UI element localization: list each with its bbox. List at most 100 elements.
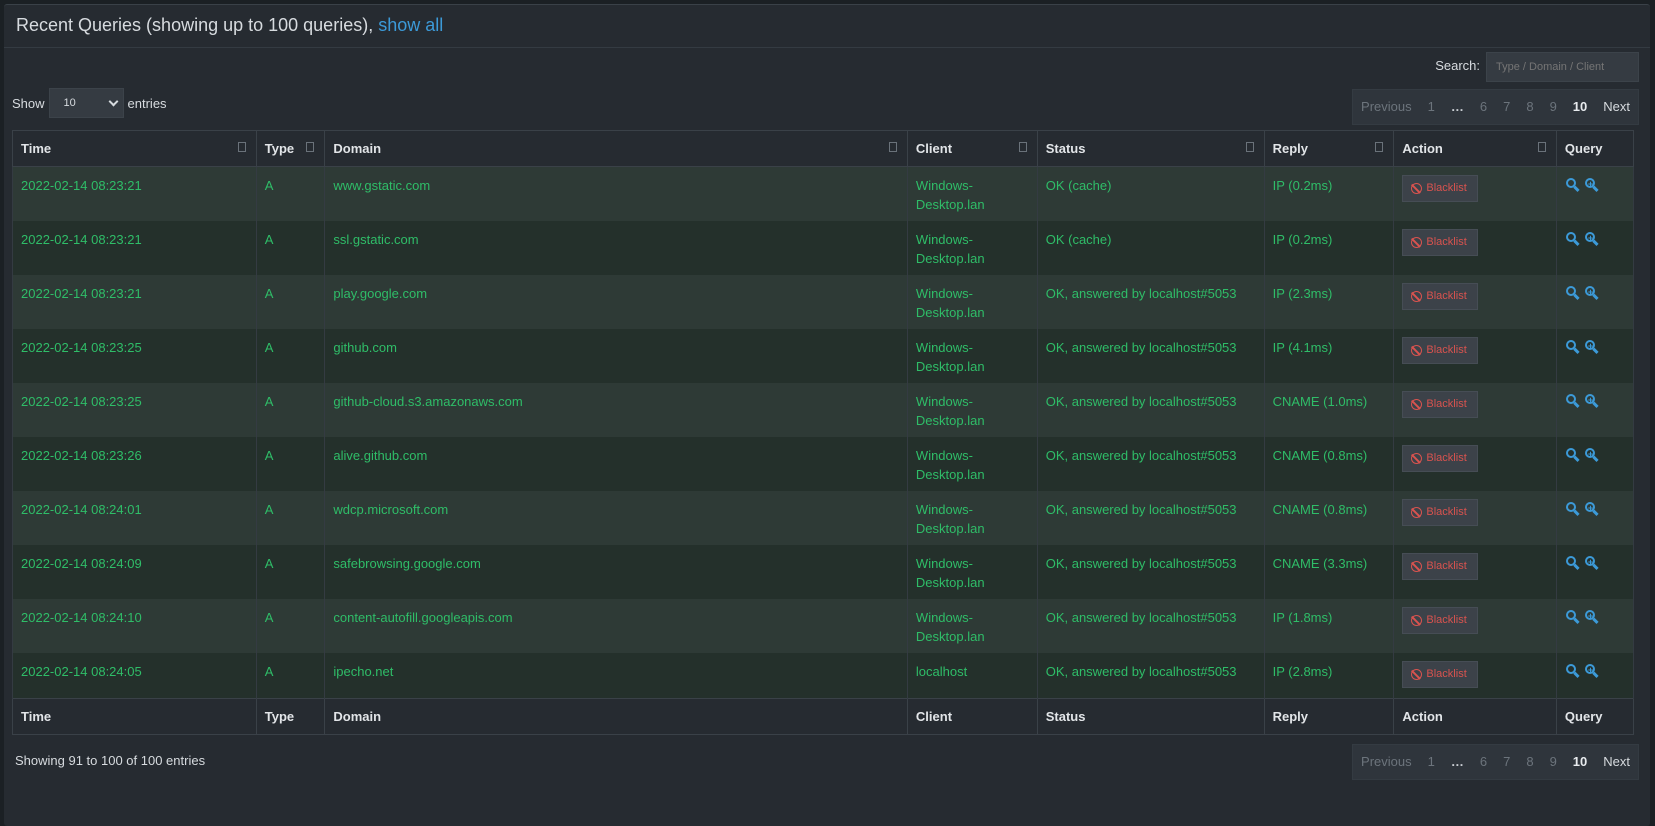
- column-header-label: Client: [915, 141, 953, 156]
- blacklist-label: Blacklist: [1426, 182, 1467, 194]
- show-all-link[interactable]: show all: [378, 15, 443, 35]
- zoom-in-icon[interactable]: +: [1584, 555, 1599, 570]
- cell-client: Windows-Desktop.lan: [906, 328, 1038, 383]
- zoom-in-icon[interactable]: +: [1584, 501, 1599, 516]
- blacklist-label: Blacklist: [1426, 343, 1467, 356]
- cell-query: +: [1555, 274, 1635, 329]
- sort-icon: [237, 142, 246, 152]
- page-button[interactable]: 7: [1495, 744, 1518, 780]
- zoom-in-icon[interactable]: +: [1584, 447, 1599, 462]
- ban-icon: [1411, 560, 1423, 572]
- cell-client: Windows-Desktop.lan: [906, 166, 1038, 221]
- cell-status: OK, answered by localhost#5053: [1036, 490, 1265, 545]
- search-icon[interactable]: [1565, 177, 1580, 193]
- cell-domain: ipecho.net: [324, 652, 908, 699]
- zoom-in-icon[interactable]: +: [1584, 393, 1599, 408]
- cell-query: +: [1555, 166, 1635, 221]
- cell-action: Blacklist: [1393, 652, 1557, 699]
- search-icon[interactable]: [1565, 447, 1580, 462]
- page-button[interactable]: 9: [1542, 89, 1565, 125]
- zoom-in-icon[interactable]: +: [1584, 609, 1599, 624]
- blacklist-button[interactable]: Blacklist: [1402, 228, 1478, 256]
- table-row: 2022-02-14 08:23:21 Aplay.google.com Windo…: [12, 274, 1635, 329]
- query-icons: +: [1565, 447, 1599, 462]
- query-icons: +: [1565, 555, 1599, 570]
- cell-status: OK, answered by localhost#5053: [1036, 652, 1265, 699]
- cell-client: Windows-Desktop.lan: [906, 220, 1038, 275]
- cell-reply: CNAME (0.8ms): [1263, 490, 1395, 545]
- blacklist-button[interactable]: Blacklist: [1402, 282, 1478, 310]
- zoom-in-icon[interactable]: +: [1584, 285, 1599, 300]
- zoom-in-icon[interactable]: +: [1584, 663, 1599, 678]
- column-header-domain[interactable]: Domain: [324, 130, 908, 167]
- page-button[interactable]: 1: [1420, 89, 1443, 125]
- cell-type: A: [255, 598, 326, 653]
- search-icon[interactable]: [1565, 231, 1580, 246]
- column-header-status[interactable]: Status: [1036, 130, 1265, 167]
- page-button[interactable]: 9: [1542, 744, 1565, 780]
- cell-time: 2022-02-14 08:23:21: [12, 166, 257, 221]
- zoom-in-icon[interactable]: +: [1584, 231, 1599, 246]
- column-header-action[interactable]: Action: [1393, 130, 1557, 167]
- cell-query: +: [1555, 382, 1635, 437]
- next-button[interactable]: Next: [1595, 744, 1638, 780]
- cell-type: A: [255, 382, 326, 437]
- column-header-type[interactable]: Type: [255, 130, 326, 167]
- blacklist-label: Blacklist: [1426, 505, 1467, 518]
- column-header-reply[interactable]: Reply: [1263, 130, 1395, 167]
- zoom-in-icon[interactable]: +: [1584, 339, 1599, 354]
- cell-client: Windows-Desktop.lan: [906, 382, 1038, 437]
- previous-button[interactable]: Previous: [1353, 89, 1420, 125]
- search-icon[interactable]: [1565, 285, 1580, 300]
- ban-icon: [1411, 236, 1423, 248]
- column-footer-label: Action: [1402, 709, 1443, 724]
- column-header-client[interactable]: Client: [906, 130, 1038, 167]
- page-button[interactable]: 8: [1518, 744, 1541, 780]
- table-row: 2022-02-14 08:23:25 Agithub-cloud.s3.amaz…: [12, 382, 1635, 437]
- cell-domain: ssl.gstatic.com: [324, 220, 908, 275]
- cell-query: +: [1555, 328, 1635, 383]
- cell-status: OK, answered by localhost#5053: [1036, 382, 1265, 437]
- column-footer-label: Type: [264, 709, 295, 724]
- blacklist-button[interactable]: Blacklist: [1402, 175, 1478, 202]
- next-button[interactable]: Next: [1595, 89, 1638, 125]
- previous-button[interactable]: Previous: [1353, 744, 1420, 780]
- search-icon[interactable]: [1565, 663, 1580, 678]
- ban-icon: [1411, 398, 1423, 410]
- table-row: 2022-02-14 08:24:01 Awdcp.microsoft.com Wi…: [12, 490, 1635, 545]
- search-icon[interactable]: [1565, 393, 1580, 408]
- cell-status: OK, answered by localhost#5053: [1036, 436, 1265, 491]
- cell-time: 2022-02-14 08:24:09: [12, 544, 257, 599]
- blacklist-button[interactable]: Blacklist: [1402, 336, 1478, 364]
- cell-domain: github-cloud.s3.amazonaws.com: [324, 382, 908, 437]
- blacklist-button[interactable]: Blacklist: [1402, 444, 1478, 472]
- search-icon[interactable]: [1565, 609, 1580, 624]
- column-footer-client: Client: [906, 698, 1038, 735]
- search-icon[interactable]: [1565, 339, 1580, 354]
- page-button[interactable]: 6: [1472, 89, 1495, 125]
- page-button[interactable]: 10: [1565, 89, 1595, 125]
- search-label: Search:: [1435, 57, 1480, 73]
- search-icon[interactable]: [1565, 501, 1580, 516]
- blacklist-button[interactable]: Blacklist: [1402, 552, 1478, 580]
- blacklist-button[interactable]: Blacklist: [1402, 498, 1478, 526]
- entries-select[interactable]: 10: [48, 88, 124, 118]
- page-button[interactable]: 1: [1420, 744, 1443, 780]
- blacklist-button[interactable]: Blacklist: [1402, 606, 1478, 634]
- column-footer-domain: Domain: [324, 698, 908, 735]
- search-icon[interactable]: [1565, 555, 1580, 570]
- blacklist-button[interactable]: Blacklist: [1402, 660, 1478, 688]
- page-button[interactable]: 7: [1495, 89, 1518, 125]
- search-input[interactable]: [1486, 52, 1639, 82]
- zoom-in-icon[interactable]: +: [1584, 177, 1599, 193]
- page-button[interactable]: 10: [1565, 744, 1595, 780]
- blacklist-button[interactable]: Blacklist: [1402, 390, 1478, 418]
- table-footer-row: Time Type Domain Client Status Reply Action Que…: [12, 698, 1635, 735]
- column-header-time[interactable]: Time: [12, 130, 257, 167]
- sort-icon: [1018, 142, 1027, 152]
- cell-reply: IP (2.3ms): [1263, 274, 1395, 329]
- cell-domain: wdcp.microsoft.com: [324, 490, 908, 545]
- page-button[interactable]: 6: [1472, 744, 1495, 780]
- cell-time: 2022-02-14 08:23:21: [12, 220, 257, 275]
- page-button[interactable]: 8: [1518, 89, 1541, 125]
